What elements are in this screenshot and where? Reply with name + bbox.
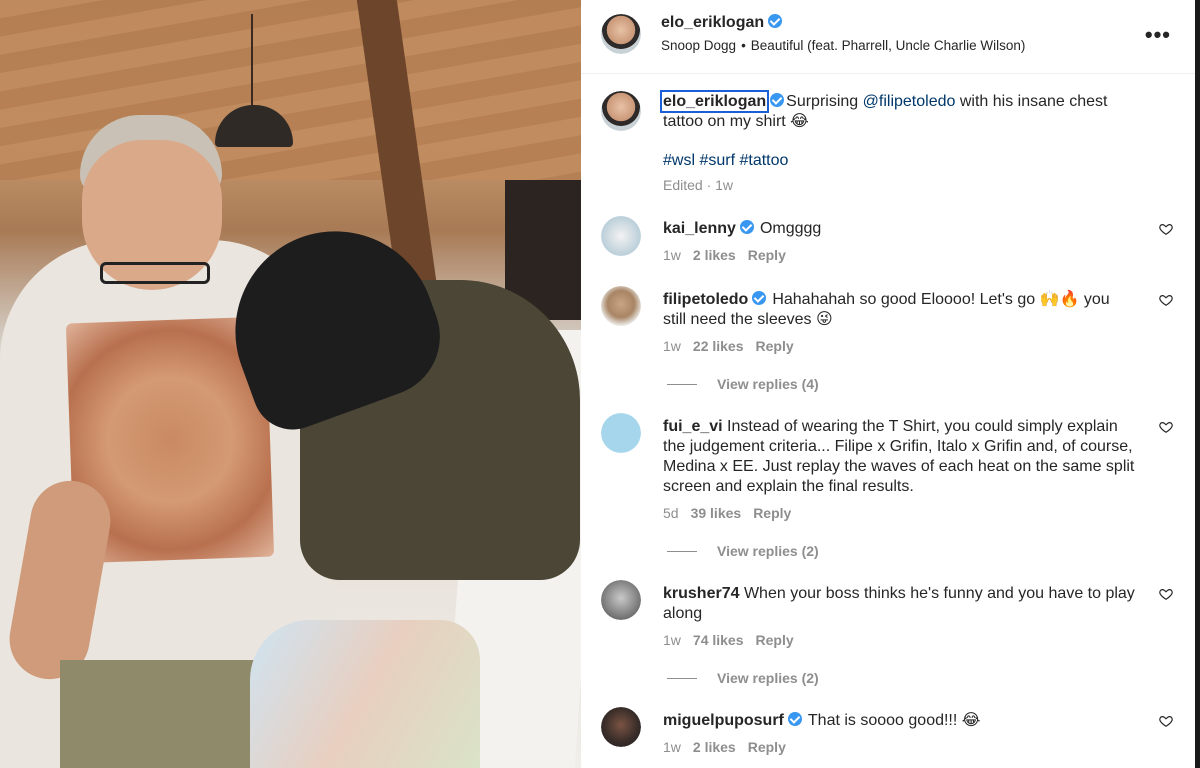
caption-text: elo_eriklogan Surprising @filipetoledo wi… — [659, 90, 1135, 132]
caption-avatar[interactable] — [601, 91, 641, 131]
comment-username[interactable]: miguelpuposurf — [663, 712, 784, 729]
caption-text-before: Surprising — [786, 93, 863, 110]
comment-row: kai_lenny Omgggg 1w 2 likes Reply — [581, 216, 1195, 263]
comment-avatar[interactable] — [601, 580, 641, 620]
tie-dye-shorts — [250, 620, 480, 768]
comment-meta: 5d 39 likes Reply — [663, 505, 1135, 521]
comment-avatar[interactable] — [601, 216, 641, 256]
audio-track[interactable]: Beautiful (feat. Pharrell, Uncle Charlie… — [751, 38, 1026, 53]
caption-meta: Edited · 1w — [663, 177, 734, 193]
reply-button[interactable]: Reply — [756, 338, 794, 354]
replies-line — [667, 550, 697, 552]
verified-badge-icon — [752, 291, 767, 305]
comment-row: fui_e_vi Instead of wearing the T Shirt,… — [581, 413, 1195, 559]
comment-likes[interactable]: 2 likes — [693, 247, 736, 263]
caption-mention[interactable]: @filipetoledo — [863, 93, 956, 110]
replies-line — [667, 677, 697, 679]
comment-likes[interactable]: 2 likes — [693, 739, 736, 755]
audio-info[interactable]: Snoop Dogg • Beautiful (feat. Pharrell, Un… — [661, 38, 1025, 53]
verified-badge-icon — [768, 14, 783, 28]
caption-username[interactable]: elo_eriklogan — [659, 90, 770, 113]
post-header: elo_eriklogan Snoop Dogg • Beautiful (feat… — [581, 0, 1195, 74]
verified-badge-icon — [739, 220, 754, 234]
view-replies-label[interactable]: View replies (2) — [717, 670, 819, 686]
comment-username[interactable]: filipetoledo — [663, 291, 748, 308]
view-replies-button[interactable]: View replies (2) — [663, 543, 1135, 559]
heart-icon[interactable] — [1159, 293, 1173, 307]
heart-icon[interactable] — [1159, 222, 1173, 236]
author-avatar[interactable] — [601, 14, 641, 54]
comment-text: kai_lenny Omgggg — [663, 219, 1135, 239]
comment-time[interactable]: 1w — [663, 632, 681, 648]
audio-separator: • — [741, 38, 746, 53]
verified-badge-icon — [787, 712, 802, 726]
comment-username[interactable]: kai_lenny — [663, 220, 736, 237]
comment-avatar[interactable] — [601, 286, 641, 326]
lamp-cord — [251, 14, 253, 109]
shorts-olive — [60, 660, 260, 768]
comment-avatar[interactable] — [601, 413, 641, 453]
comment-avatar[interactable] — [601, 707, 641, 747]
comment-body: Omgggg — [759, 220, 822, 237]
window-edge — [1195, 0, 1200, 768]
comment-meta: 1w 74 likes Reply — [663, 632, 1135, 648]
audio-artist[interactable]: Snoop Dogg — [661, 38, 736, 53]
more-options-icon[interactable]: ••• — [1145, 22, 1171, 48]
heart-icon[interactable] — [1159, 714, 1173, 728]
reply-button[interactable]: Reply — [748, 247, 786, 263]
comment-time[interactable]: 5d — [663, 505, 679, 521]
comments-list[interactable]: elo_eriklogan Surprising @filipetoledo wi… — [581, 74, 1195, 768]
comment-meta: 1w 22 likes Reply — [663, 338, 1135, 354]
comment-meta: 1w 2 likes Reply — [663, 247, 1135, 263]
glasses — [100, 262, 210, 284]
comment-meta: 1w 2 likes Reply — [663, 739, 1135, 755]
comment-row: miguelpuposurf That is soooo good!!! 😂 1w… — [581, 707, 1195, 755]
comment-time[interactable]: 1w — [663, 247, 681, 263]
comment-username[interactable]: krusher74 — [663, 585, 740, 602]
comment-text: fui_e_vi Instead of wearing the T Shirt,… — [663, 417, 1135, 497]
caption-row: elo_eriklogan Surprising @filipetoledo wi… — [581, 74, 1195, 193]
caption-hashtags[interactable]: #wsl #surf #tattoo — [663, 151, 1135, 171]
post-media[interactable] — [0, 0, 581, 768]
post-sidebar: elo_eriklogan Snoop Dogg • Beautiful (feat… — [581, 0, 1195, 768]
comment-username[interactable]: fui_e_vi — [663, 418, 723, 435]
comment-time[interactable]: 1w — [663, 338, 681, 354]
view-replies-label[interactable]: View replies (2) — [717, 543, 819, 559]
heart-icon[interactable] — [1159, 587, 1173, 601]
reply-button[interactable]: Reply — [748, 739, 786, 755]
comment-likes[interactable]: 74 likes — [693, 632, 744, 648]
comment-time[interactable]: 1w — [663, 739, 681, 755]
heart-icon[interactable] — [1159, 420, 1173, 434]
author-username[interactable]: elo_eriklogan — [661, 14, 783, 32]
author-username-text[interactable]: elo_eriklogan — [661, 14, 764, 31]
comment-likes[interactable]: 22 likes — [693, 338, 744, 354]
comment-avatar-0 — [601, 216, 641, 256]
view-replies-label[interactable]: View replies (4) — [717, 376, 819, 392]
comment-body: That is soooo good!!! 😂 — [807, 712, 981, 729]
comment-row: krusher74 When your boss thinks he's fun… — [581, 580, 1195, 686]
view-replies-button[interactable]: View replies (2) — [663, 670, 1135, 686]
comment-text: miguelpuposurf That is soooo good!!! 😂 — [663, 711, 1135, 731]
reply-button[interactable]: Reply — [756, 632, 794, 648]
comment-text: krusher74 When your boss thinks he's fun… — [663, 584, 1135, 624]
comment-likes[interactable]: 39 likes — [691, 505, 742, 521]
comment-body: Instead of wearing the T Shirt, you coul… — [663, 418, 1135, 495]
replies-line — [667, 383, 697, 385]
comment-row: filipetoledo Hahahahah so good Eloooo! Le… — [581, 286, 1195, 392]
view-replies-button[interactable]: View replies (4) — [663, 376, 1135, 392]
comment-text: filipetoledo Hahahahah so good Eloooo! Le… — [663, 290, 1135, 330]
reply-button[interactable]: Reply — [753, 505, 791, 521]
verified-badge-icon — [770, 93, 785, 107]
